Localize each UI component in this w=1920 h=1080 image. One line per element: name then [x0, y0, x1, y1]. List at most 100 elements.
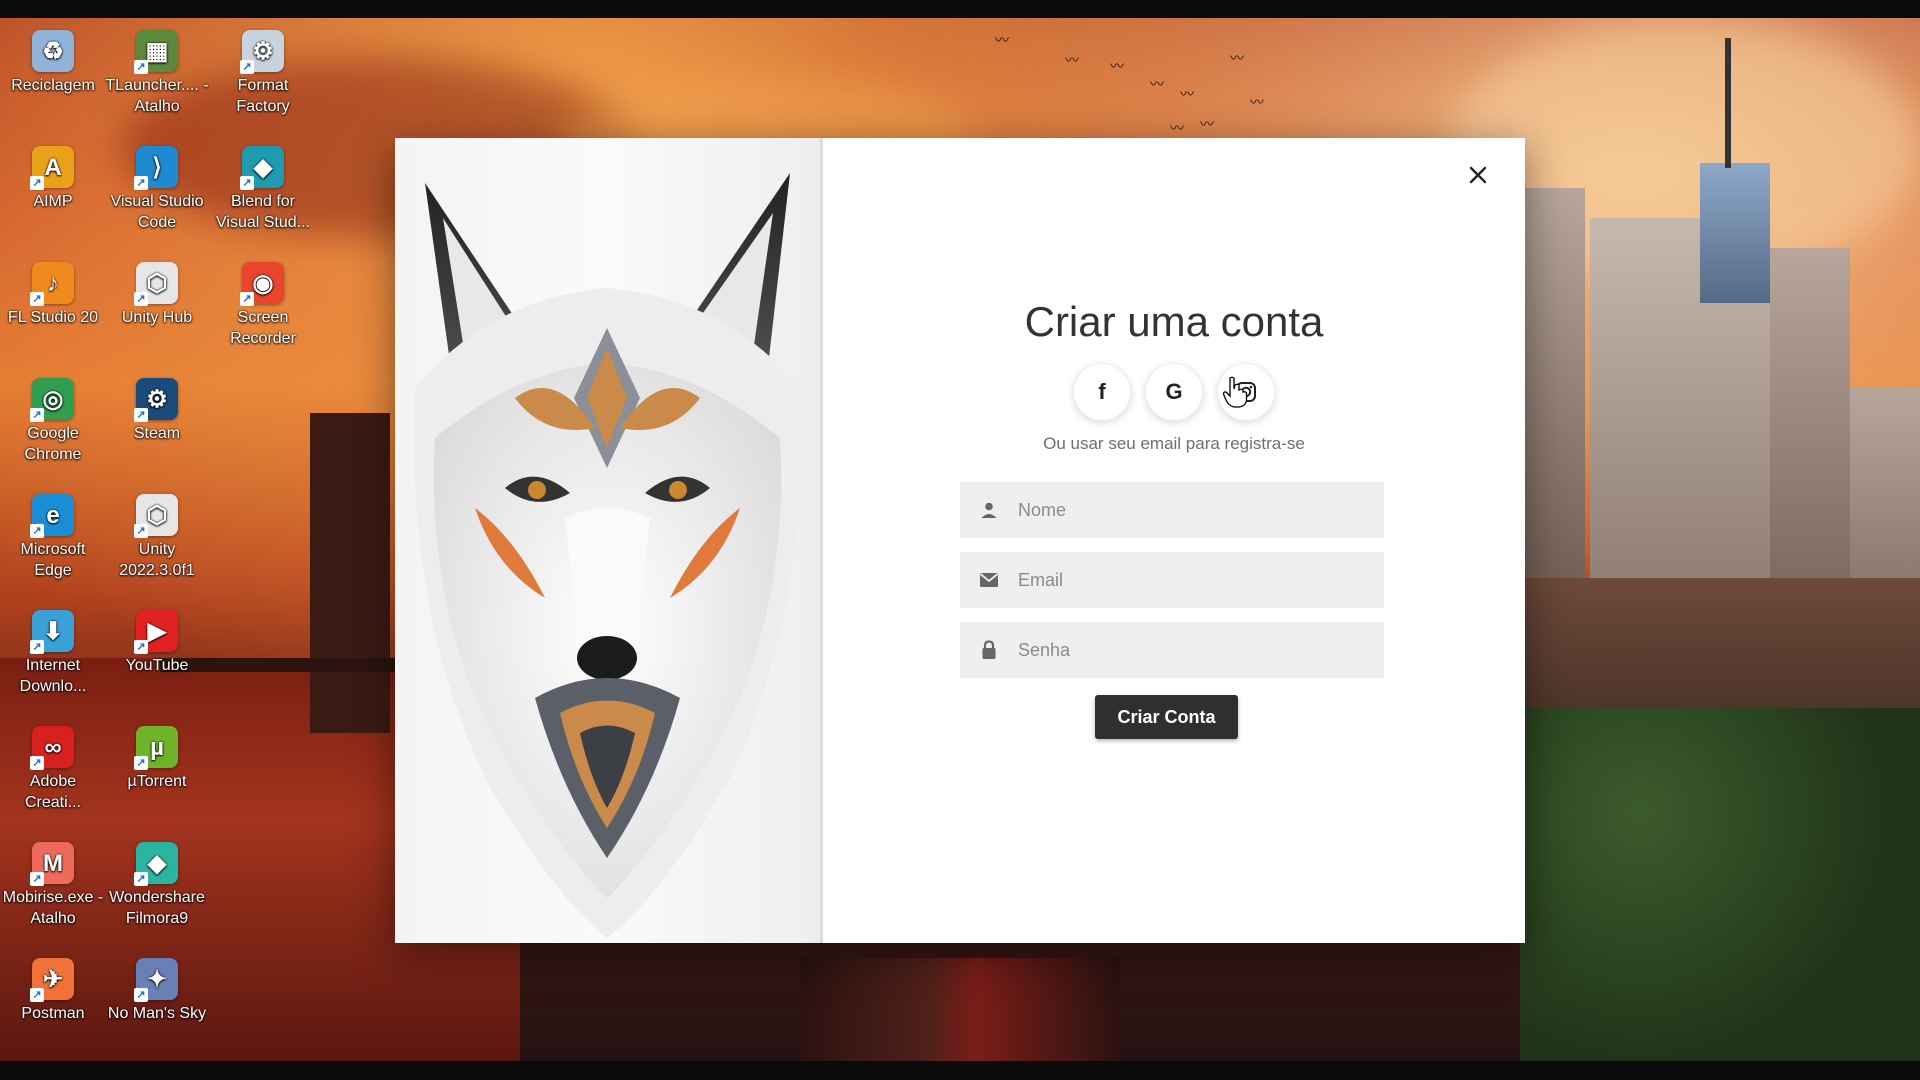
desktop-shortcut-label: Reciclagem	[11, 77, 95, 94]
desktop-shortcut-label: FL Studio 20	[7, 309, 99, 326]
desktop-shortcut-label: TLauncher.... - Atalho	[105, 77, 209, 115]
vscode-icon: ⟩ ↗	[134, 146, 178, 190]
desktop-shortcut-label: Internet Downlo...	[19, 657, 87, 695]
shortcut-arrow-icon: ↗	[30, 988, 44, 1002]
highway	[800, 958, 1120, 1061]
facebook-icon: f	[1098, 379, 1106, 404]
mobirise-icon: M ↗	[30, 842, 74, 886]
shortcut-arrow-icon: ↗	[240, 292, 254, 306]
letterbox-top	[0, 0, 1920, 18]
shortcut-arrow-icon: ↗	[30, 640, 44, 654]
email-input[interactable]	[1018, 569, 1358, 591]
shortcut-arrow-icon: ↗	[134, 872, 148, 886]
desktop-icons: ♻ Reciclagem ▦ ↗ TLauncher.... - Atalho ⚙ ↗ For…	[0, 18, 330, 1061]
filmora-icon: ◆ ↗	[134, 842, 178, 886]
close-button[interactable]	[1463, 160, 1493, 190]
close-icon	[1469, 166, 1487, 184]
unity-icon: ⬡ ↗	[134, 494, 178, 538]
letterbox-bottom	[0, 1061, 1920, 1080]
format-factory-icon: ⚙ ↗	[240, 30, 284, 74]
desktop-shortcut-label: AIMP	[33, 193, 73, 210]
shortcut-arrow-icon: ↗	[134, 756, 148, 770]
desktop-shortcut-label: Steam	[133, 425, 181, 442]
desktop-shortcut[interactable]: ▶ ↗ YouTube	[104, 598, 210, 676]
blend-icon: ◆ ↗	[240, 146, 284, 190]
unity-hub-icon: ⬡ ↗	[134, 262, 178, 306]
desktop-shortcut[interactable]: ▦ ↗ TLauncher.... - Atalho	[104, 18, 210, 117]
desktop-shortcut-label: YouTube	[125, 657, 189, 674]
facebook-button[interactable]: f	[1073, 363, 1131, 421]
desktop-shortcut[interactable]: µ ↗ µTorrent	[104, 714, 210, 792]
desktop-shortcut-label: Wondershare Filmora9	[109, 889, 205, 927]
desktop-shortcut-label: Postman	[21, 1005, 85, 1022]
recycle-bin-icon: ♻	[32, 30, 74, 72]
name-input[interactable]	[1018, 499, 1358, 521]
desktop-shortcut[interactable]: ◉ ↗ Screen Recorder	[210, 250, 316, 349]
desktop-shortcut[interactable]: ⬇ ↗ Internet Downlo...	[0, 598, 106, 697]
desktop-shortcut-label: µTorrent	[127, 773, 187, 790]
shortcut-arrow-icon: ↗	[30, 756, 44, 770]
desktop-shortcut[interactable]: ✦ ↗ No Man's Sky	[104, 946, 210, 1024]
desktop-shortcut[interactable]: ⟩ ↗ Visual Studio Code	[104, 134, 210, 233]
shortcut-arrow-icon: ↗	[30, 408, 44, 422]
desktop-shortcut[interactable]: ◎ ↗ Google Chrome	[0, 366, 106, 465]
fox-illustration	[413, 173, 802, 938]
email-field	[960, 552, 1384, 608]
google-button[interactable]: G	[1145, 363, 1203, 421]
shortcut-arrow-icon: ↗	[30, 176, 44, 190]
shortcut-arrow-icon: ↗	[134, 408, 148, 422]
youtube-icon: ▶ ↗	[134, 610, 178, 654]
desktop-shortcut-label: Google Chrome	[24, 425, 82, 463]
fox-artwork	[395, 138, 823, 943]
fl-studio-icon: ♪ ↗	[30, 262, 74, 306]
chrome-icon: ◎ ↗	[30, 378, 74, 422]
desktop-shortcut[interactable]: ⚙ ↗ Format Factory	[210, 18, 316, 117]
desktop-shortcut-label: Visual Studio Code	[110, 193, 204, 231]
desktop-shortcut[interactable]: ⬡ ↗ Unity Hub	[104, 250, 210, 328]
form-subtitle: Ou usar seu email para registra-se	[1043, 434, 1305, 453]
shortcut-arrow-icon: ↗	[134, 524, 148, 538]
create-account-button[interactable]: Criar Conta	[1095, 695, 1238, 739]
desktop-shortcut[interactable]: ⬡ ↗ Unity 2022.3.0f1	[104, 482, 210, 581]
envelope-icon	[960, 572, 1018, 588]
shortcut-arrow-icon: ↗	[134, 60, 148, 74]
signup-form-panel: Criar uma conta f G Ou usar seu email pa…	[823, 138, 1525, 943]
shortcut-arrow-icon: ↗	[134, 640, 148, 654]
internet-download-manager-icon: ⬇ ↗	[30, 610, 74, 654]
lock-icon	[960, 640, 1018, 660]
minecraft-icon: ▦ ↗	[134, 30, 178, 74]
desktop-shortcut[interactable]: M ↗ Mobirise.exe - Atalho	[0, 830, 106, 929]
desktop-shortcut-label: Adobe Creati...	[24, 773, 81, 811]
desktop-shortcut-label: Unity 2022.3.0f1	[119, 541, 195, 579]
desktop-shortcut[interactable]: ◆ ↗ Blend for Visual Stud...	[210, 134, 316, 233]
shortcut-arrow-icon: ↗	[134, 176, 148, 190]
shortcut-arrow-icon: ↗	[30, 872, 44, 886]
shortcut-arrow-icon: ↗	[30, 292, 44, 306]
desktop-shortcut-label: Mobirise.exe - Atalho	[2, 889, 104, 927]
aimp-icon: A ↗	[30, 146, 74, 190]
desktop-shortcut[interactable]: ✈ ↗ Postman	[0, 946, 106, 1024]
desktop-shortcut-label: Format Factory	[236, 77, 290, 115]
desktop-shortcut[interactable]: ∞ ↗ Adobe Creati...	[0, 714, 106, 813]
desktop-shortcut[interactable]: e ↗ Microsoft Edge	[0, 482, 106, 581]
signup-modal: Criar uma conta f G Ou usar seu email pa…	[395, 138, 1525, 943]
shortcut-arrow-icon: ↗	[240, 176, 254, 190]
desktop-shortcut-label: Blend for Visual Stud...	[216, 193, 310, 231]
password-field	[960, 622, 1384, 678]
postman-icon: ✈ ↗	[30, 958, 74, 1002]
trees	[1520, 708, 1920, 1061]
desktop-shortcut[interactable]: A ↗ AIMP	[0, 134, 106, 212]
no-mans-sky-icon: ✦ ↗	[134, 958, 178, 1002]
desktop-shortcut-label: Screen Recorder	[230, 309, 296, 347]
desktop-shortcut[interactable]: ♪ ↗ FL Studio 20	[0, 250, 106, 328]
utorrent-icon: µ ↗	[134, 726, 178, 770]
user-icon	[960, 501, 1018, 519]
desktop-shortcut[interactable]: ◆ ↗ Wondershare Filmora9	[104, 830, 210, 929]
edge-icon: e ↗	[30, 494, 74, 538]
shortcut-arrow-icon: ↗	[134, 988, 148, 1002]
desktop-shortcut[interactable]: ♻ Reciclagem	[0, 18, 106, 96]
shortcut-arrow-icon: ↗	[240, 60, 254, 74]
password-input[interactable]	[1018, 639, 1358, 661]
desktop-shortcut[interactable]: ⚙ ↗ Steam	[104, 366, 210, 444]
form-title: Criar uma conta	[1024, 298, 1324, 345]
